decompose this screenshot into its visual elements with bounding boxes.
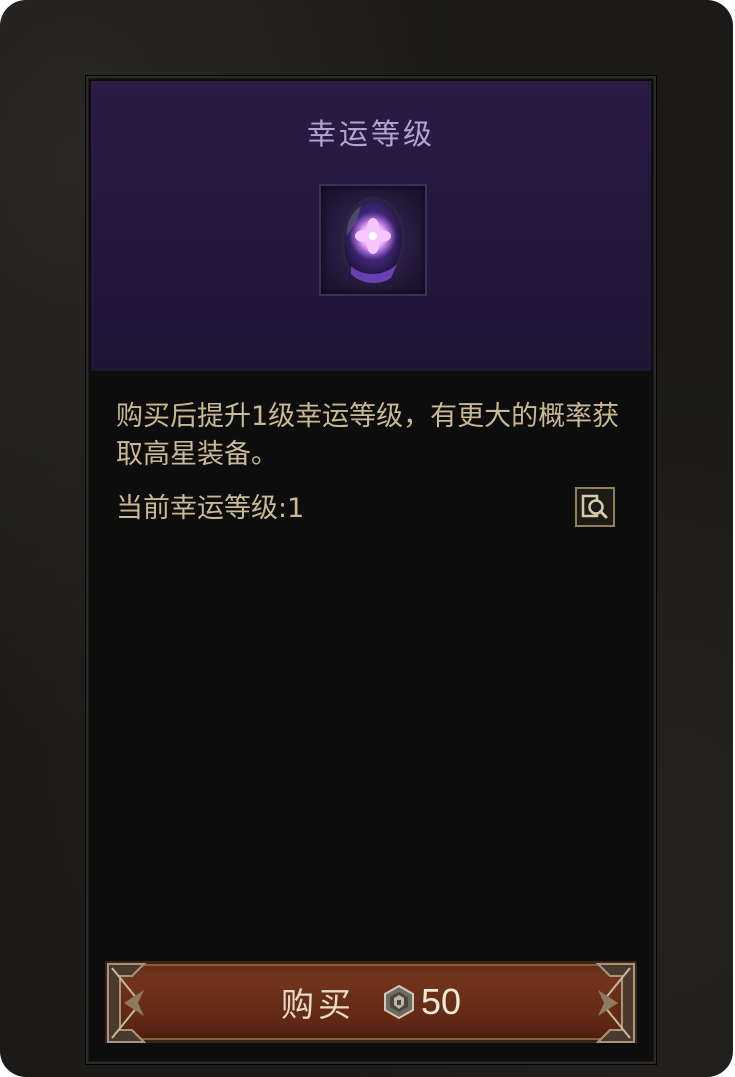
price-value: 50 — [420, 981, 462, 1022]
inspect-button[interactable] — [575, 487, 615, 527]
current-level-label: 当前幸运等级: — [116, 493, 288, 524]
buy-label: 购买 — [280, 985, 355, 1024]
currency-coin-icon — [383, 984, 414, 1020]
current-level-value: 1 — [287, 493, 305, 524]
luck-gem-icon — [341, 196, 405, 284]
dialog-header: 幸运等级 — [91, 81, 651, 371]
item-description: 购买后提升1级幸运等级，有更大的概率获取高星装备。 — [116, 401, 620, 470]
magnifier-icon — [581, 494, 608, 519]
buy-button-content: 购买 50 — [108, 964, 634, 1040]
item-slot — [319, 184, 427, 296]
current-luck-level: 当前幸运等级:1 — [116, 490, 304, 528]
dialog-title: 幸运等级 — [306, 117, 435, 151]
game-window: 幸运等级 购买后提升1级幸运等级，有更大的概率获取高星装备。 当前幸运等级:1 … — [0, 0, 733, 1077]
luck-level-dialog: 幸运等级 购买后提升1级幸运等级，有更大的概率获取高星装备。 当前幸运等级:1 … — [86, 76, 656, 1064]
buy-button[interactable]: 购买 50 — [105, 961, 637, 1043]
